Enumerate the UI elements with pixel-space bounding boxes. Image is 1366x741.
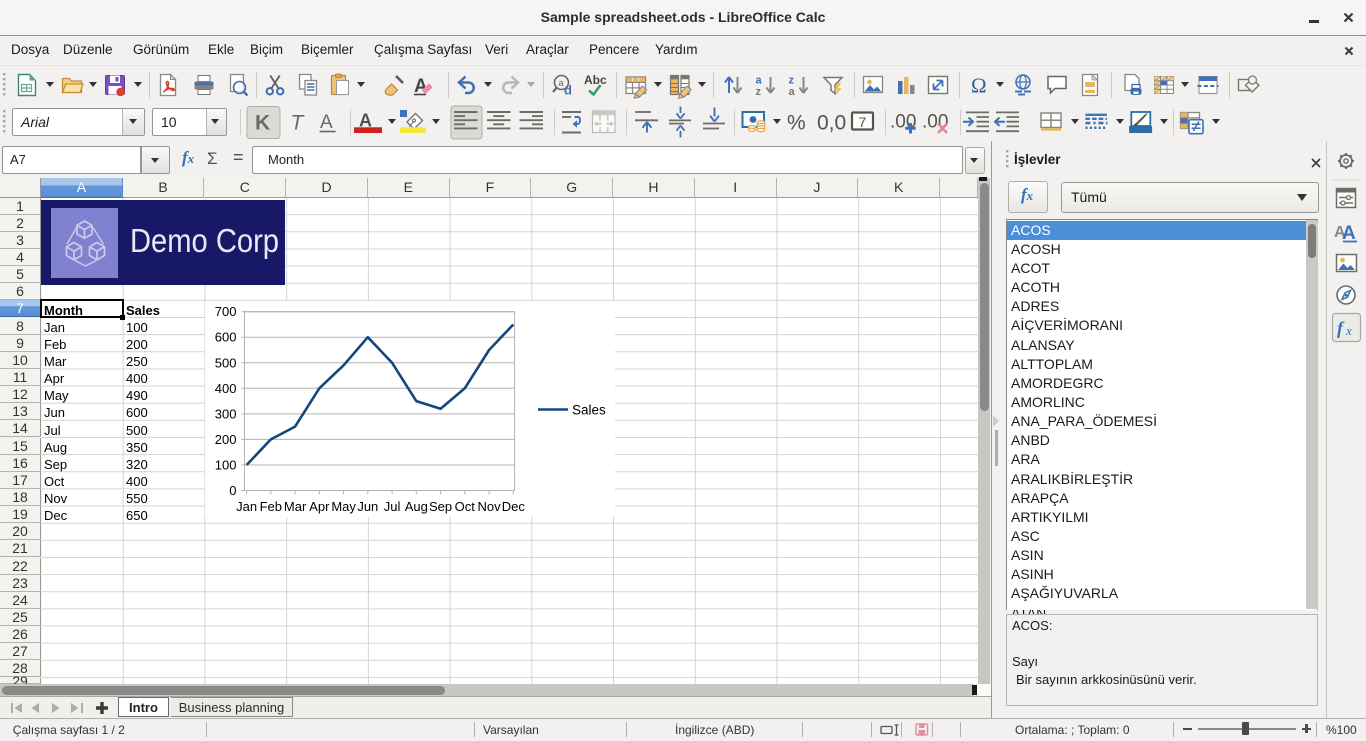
svg-text:Abc: Abc <box>584 73 607 87</box>
svg-text:Mar: Mar <box>284 499 307 514</box>
svg-text:Apr: Apr <box>309 499 330 514</box>
svg-text:500: 500 <box>215 355 237 370</box>
svg-text:Feb: Feb <box>260 499 282 514</box>
svg-text:z: z <box>756 86 762 98</box>
svg-text:Sales: Sales <box>572 403 606 418</box>
svg-text:600: 600 <box>215 330 237 345</box>
svg-text:May: May <box>331 499 356 514</box>
svg-text:a: a <box>789 86 796 98</box>
svg-text:0: 0 <box>229 483 236 498</box>
svg-text:a: a <box>559 78 564 88</box>
svg-text:Ω: Ω <box>971 74 987 98</box>
svg-text:Sep: Sep <box>429 499 452 514</box>
svg-text:K: K <box>255 112 270 135</box>
svg-text:z: z <box>789 75 795 87</box>
svg-text:700: 700 <box>215 304 237 319</box>
svg-text:A: A <box>320 112 333 133</box>
svg-text:%: % <box>787 112 806 135</box>
svg-text:Jun: Jun <box>357 499 378 514</box>
svg-text:Dec: Dec <box>502 499 526 514</box>
svg-text:0,0: 0,0 <box>817 112 846 135</box>
svg-text:a: a <box>756 75 763 87</box>
svg-text:d: d <box>564 83 572 98</box>
svg-text:7: 7 <box>859 114 867 130</box>
svg-text:Jan: Jan <box>236 499 257 514</box>
svg-text:200: 200 <box>215 432 237 447</box>
svg-text:Nov: Nov <box>478 499 502 514</box>
svg-text:Oct: Oct <box>455 499 476 514</box>
svg-text:x: x <box>1345 323 1352 338</box>
svg-text:400: 400 <box>215 381 237 396</box>
svg-text:Jul: Jul <box>384 499 401 514</box>
svg-text:Aug: Aug <box>405 499 428 514</box>
svg-text:T: T <box>291 112 306 135</box>
svg-text:300: 300 <box>215 406 237 421</box>
svg-text:100: 100 <box>215 458 237 473</box>
